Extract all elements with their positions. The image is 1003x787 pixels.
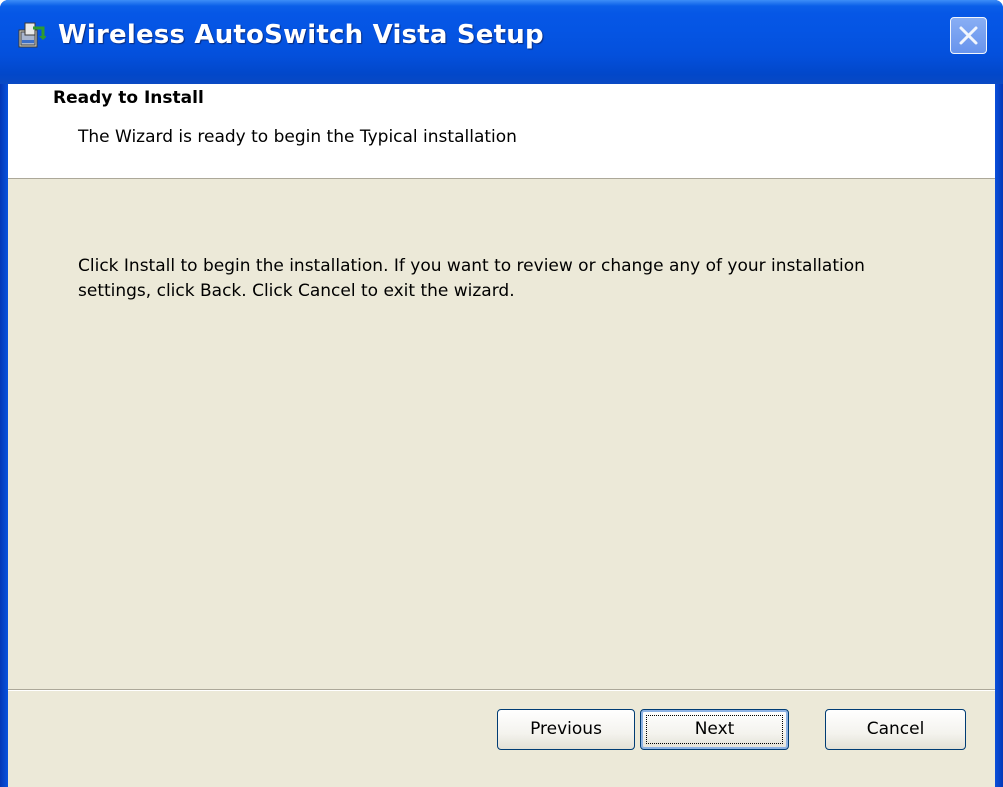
banner-description: The Wizard is ready to begin the Typical… xyxy=(78,127,517,147)
cancel-button-label: Cancel xyxy=(866,719,925,739)
focus-rectangle xyxy=(646,715,783,744)
window-frame-right xyxy=(995,84,1003,787)
banner-title: Ready to Install xyxy=(53,88,204,108)
next-button[interactable]: Next xyxy=(640,709,789,750)
header-banner: Ready to Install The Wizard is ready to … xyxy=(8,84,995,179)
setup-installer-icon xyxy=(16,20,47,50)
setup-wizard-window: Wireless AutoSwitch Vista Setup Ready to… xyxy=(0,0,1003,787)
dialog-client-area: Ready to Install The Wizard is ready to … xyxy=(8,84,995,787)
close-button[interactable] xyxy=(950,17,987,54)
previous-button-label: Previous xyxy=(530,719,602,739)
title-bar[interactable]: Wireless AutoSwitch Vista Setup xyxy=(0,0,1003,84)
button-divider xyxy=(8,689,995,691)
previous-button[interactable]: Previous xyxy=(497,709,635,750)
cancel-button[interactable]: Cancel xyxy=(825,709,966,750)
window-title: Wireless AutoSwitch Vista Setup xyxy=(58,20,544,50)
instruction-text: Click Install to begin the installation.… xyxy=(78,256,865,301)
window-frame-left xyxy=(0,84,8,787)
